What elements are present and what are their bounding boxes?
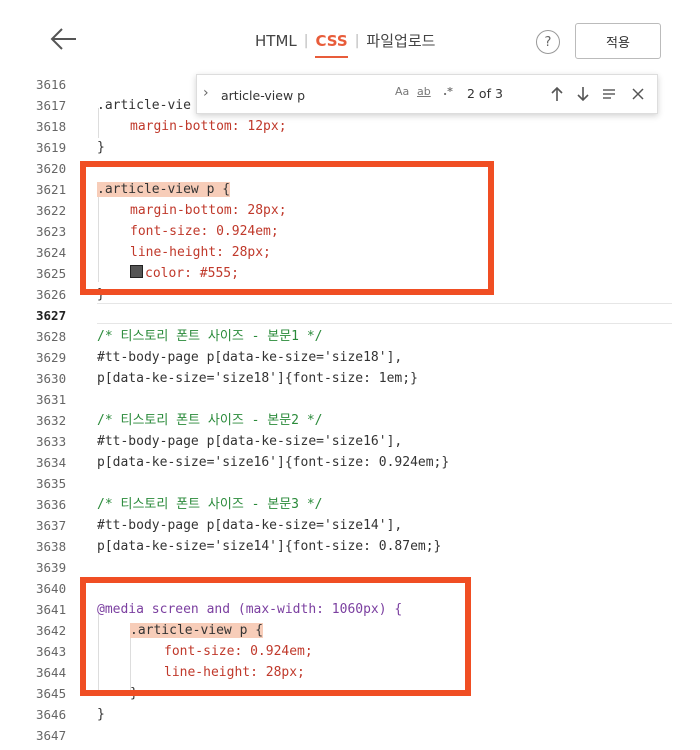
code-line: 3631 [36,392,67,407]
code-line: 3633 #tt-body-page p[data-ke-size='size16… [36,434,403,449]
match-count: 2 of 3 [467,86,503,101]
highlight-box [80,577,471,696]
code-line-active: 3627 [36,308,67,323]
apply-button[interactable]: 적용 [575,23,661,59]
code-line: 3632/* 티스토리 폰트 사이즈 - 본문2 */ [36,413,323,428]
help-button[interactable]: ? [536,30,560,54]
match-case-toggle[interactable]: Aa [395,85,409,98]
tab-html[interactable]: HTML [248,32,304,50]
tab-css[interactable]: CSS [308,32,354,58]
code-line: 3618 margin-bottom: 12px; [36,119,287,134]
tab-file-upload[interactable]: 파일업로드 [359,30,442,51]
code-line: 3635 [36,476,67,491]
top-bar: HTML | CSS | 파일업로드 ? 적용 [0,0,700,74]
code-line: 3647 [36,728,67,743]
code-line: 3629 #tt-body-page p[data-ke-size='size18… [36,350,403,365]
code-line: 3639 [36,560,67,575]
back-arrow-icon[interactable] [46,22,80,56]
code-line: 3630 p[data-ke-size='size18']{font-size: … [36,371,418,386]
code-line: 3636/* 티스토리 폰트 사이즈 - 본문3 */ [36,497,323,512]
arrow-down-icon[interactable] [575,85,591,103]
code-line: 3634 p[data-ke-size='size16']{font-size: … [36,455,450,470]
find-widget: › Aa ab .* 2 of 3 [196,74,658,114]
code-line: 3646} [36,707,105,722]
selection-icon[interactable] [601,87,617,101]
code-line: 3628/* 티스토리 폰트 사이즈 - 본문1 */ [36,329,323,344]
arrow-up-icon[interactable] [549,85,565,103]
chevron-right-icon[interactable]: › [203,85,209,101]
highlight-box [80,161,494,295]
find-input[interactable] [219,84,473,106]
whole-word-toggle[interactable]: ab [417,85,431,98]
editor-tabs: HTML | CSS | 파일업로드 [248,30,442,58]
regex-toggle[interactable]: .* [443,85,453,98]
close-icon[interactable] [631,87,645,101]
code-line: 3638 p[data-ke-size='size14']{font-size: … [36,539,442,554]
code-line: 3637 #tt-body-page p[data-ke-size='size14… [36,518,403,533]
code-line: 3619} [36,140,105,155]
